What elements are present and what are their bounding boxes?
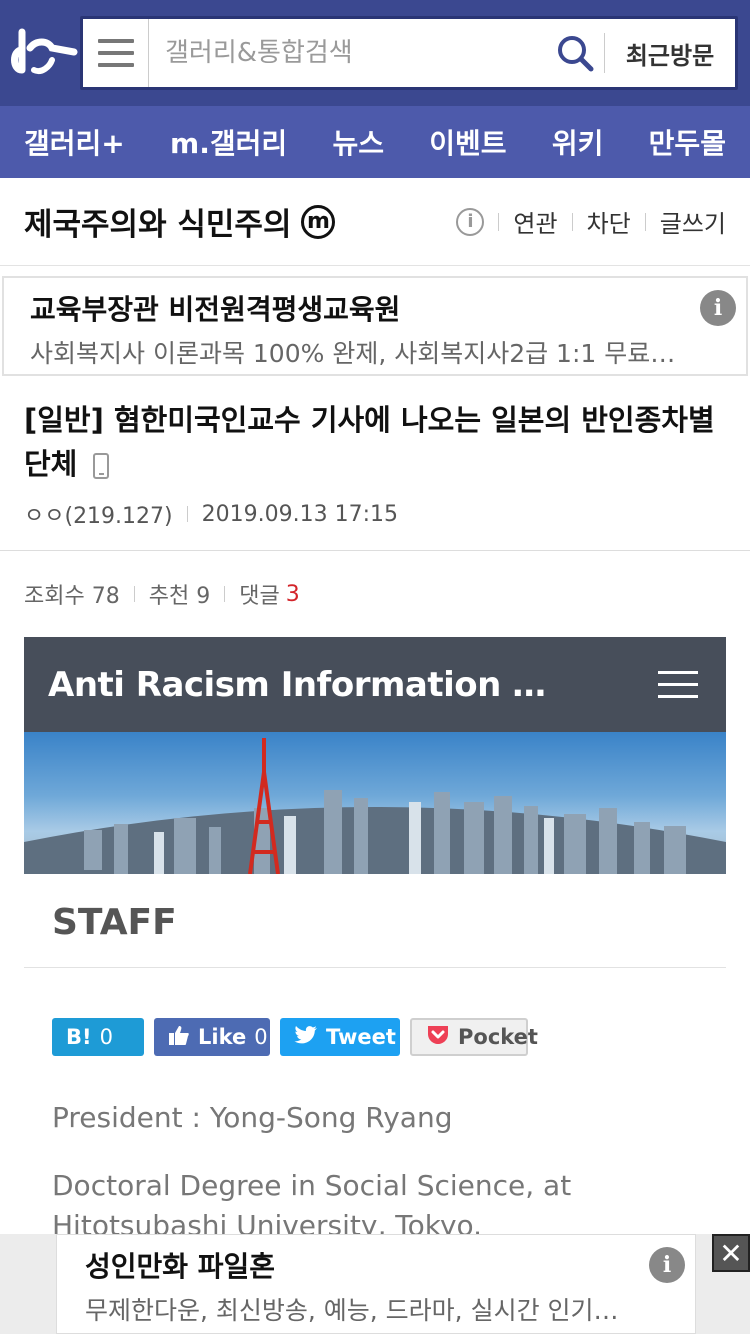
- recent-visits-button[interactable]: 최근방문: [605, 36, 735, 71]
- nav-mandumall[interactable]: 만두몰: [649, 122, 726, 162]
- share-buttons: B! 0 Like 0 Tweet Pocket: [24, 968, 726, 1058]
- gallery-bar: 제국주의와 식민주의 m i 연관 차단 글쓰기: [0, 178, 750, 266]
- search-icon[interactable]: [546, 19, 604, 87]
- hatena-count: 0: [99, 1025, 113, 1049]
- search-bar: 최근방문: [80, 16, 738, 90]
- post-title: [일반] 혐한미국인교수 기사에 나오는 일본의 반인종차별단체: [24, 403, 715, 481]
- ad-description: 무제한다운, 최신방송, 예능, 드라마, 실시간 인기영화: [85, 1296, 625, 1325]
- pocket-icon: [426, 1024, 450, 1051]
- pocket-label: Pocket: [458, 1025, 538, 1049]
- nav-m-gallery[interactable]: m.갤러리: [170, 122, 287, 162]
- facebook-like-button: Like 0: [154, 1018, 270, 1056]
- nav-event[interactable]: 이벤트: [429, 122, 506, 162]
- gallery-title-wrap[interactable]: 제국주의와 식민주의 m: [24, 199, 336, 244]
- views-count: 조회수 78: [24, 584, 120, 609]
- nav-news[interactable]: 뉴스: [332, 122, 384, 162]
- post-datetime: 2019.09.13 17:15: [201, 501, 398, 527]
- related-button[interactable]: 연관: [513, 204, 557, 239]
- embed-site-header: Anti Racism Information Center: [24, 637, 726, 732]
- minor-gallery-badge: m: [301, 204, 336, 239]
- app-header: 최근방문: [0, 0, 750, 106]
- block-button[interactable]: 차단: [587, 204, 631, 239]
- gallery-info-icon[interactable]: i: [456, 207, 485, 236]
- thumbs-up-icon: [168, 1024, 190, 1051]
- tweet-button: Tweet: [280, 1018, 400, 1056]
- search-input[interactable]: [149, 19, 546, 87]
- ad-info-icon[interactable]: i: [700, 290, 736, 326]
- recommend-count: 추천 9: [148, 584, 211, 609]
- menu-bar: [97, 39, 134, 43]
- gallery-title: 제국주의와 식민주의: [24, 207, 292, 243]
- main-nav: 갤러리+ m.갤러리 뉴스 이벤트 위키 만두몰: [0, 106, 750, 178]
- pocket-button: Pocket: [410, 1018, 538, 1056]
- mobile-phone-icon: [93, 453, 110, 479]
- menu-bar: [97, 51, 134, 55]
- post-meta: ㅇㅇ(219.127) 2019.09.13 17:15: [24, 498, 726, 530]
- close-ad-icon[interactable]: ✕: [712, 1234, 750, 1272]
- tokyo-skyline-banner: [24, 732, 726, 874]
- bio-line: President : Yong-Song Ryang: [52, 1101, 453, 1134]
- gallery-actions: i 연관 차단 글쓰기: [456, 204, 726, 239]
- like-count: 0: [254, 1025, 268, 1049]
- post-stats: 조회수 78 추천 9 댓글 3: [0, 551, 750, 637]
- ad-info-icon[interactable]: i: [649, 1247, 685, 1283]
- menu-bar: [658, 671, 698, 674]
- write-button[interactable]: 글쓰기: [660, 204, 726, 239]
- tweet-label: Tweet: [326, 1025, 396, 1049]
- bottom-ad-content[interactable]: 성인만화 파일혼 무제한다운, 최신방송, 예능, 드라마, 실시간 인기영화 …: [56, 1234, 696, 1334]
- menu-bar: [658, 683, 698, 686]
- comments-count[interactable]: 3: [286, 582, 300, 607]
- embed-menu-icon: [658, 671, 698, 698]
- embed-site-title: Anti Racism Information Center: [48, 664, 548, 705]
- twitter-bird-icon: [294, 1025, 318, 1050]
- divider: [186, 506, 188, 522]
- post-header: [일반] 혐한미국인교수 기사에 나오는 일본의 반인종차별단체 ㅇㅇ(219.…: [0, 376, 750, 551]
- divider: [644, 212, 646, 231]
- divider: [224, 586, 226, 602]
- dc-logo-icon[interactable]: [8, 26, 78, 80]
- ad-description: 사회복지사 이론과목 100% 완제, 사회복지사2급 1:1 무료상담: [30, 339, 690, 368]
- comments-label[interactable]: 댓글: [239, 578, 279, 610]
- post-title-wrap: [일반] 혐한미국인교수 기사에 나오는 일본의 반인종차별단체: [24, 398, 726, 486]
- bottom-ad-banner: 성인만화 파일혼 무제한다운, 최신방송, 예능, 드라마, 실시간 인기영화 …: [0, 1234, 750, 1334]
- staff-bio: President : Yong-Song Ryang Doctoral Deg…: [24, 1058, 726, 1246]
- ad-title: 성인만화 파일혼: [85, 1250, 276, 1283]
- divider: [498, 212, 500, 231]
- like-label: Like: [198, 1025, 247, 1049]
- divider: [571, 212, 573, 231]
- embedded-image: Anti Racism Information Center: [24, 637, 726, 1246]
- hatena-label: B!: [66, 1025, 92, 1049]
- top-ad-banner[interactable]: 교육부장관 비전원격평생교육원 사회복지사 이론과목 100% 완제, 사회복지…: [2, 276, 748, 376]
- menu-bar: [97, 63, 134, 67]
- ad-title: 교육부장관 비전원격평생교육원: [30, 293, 401, 326]
- menu-bar: [658, 695, 698, 698]
- divider: [133, 586, 135, 602]
- hatena-bookmark-button: B! 0: [52, 1018, 144, 1056]
- nav-wiki[interactable]: 위키: [552, 122, 604, 162]
- post-author[interactable]: ㅇㅇ(219.127): [24, 498, 173, 530]
- nav-gallery-plus[interactable]: 갤러리+: [24, 122, 125, 162]
- staff-heading: STAFF: [24, 874, 726, 968]
- menu-button[interactable]: [83, 19, 149, 87]
